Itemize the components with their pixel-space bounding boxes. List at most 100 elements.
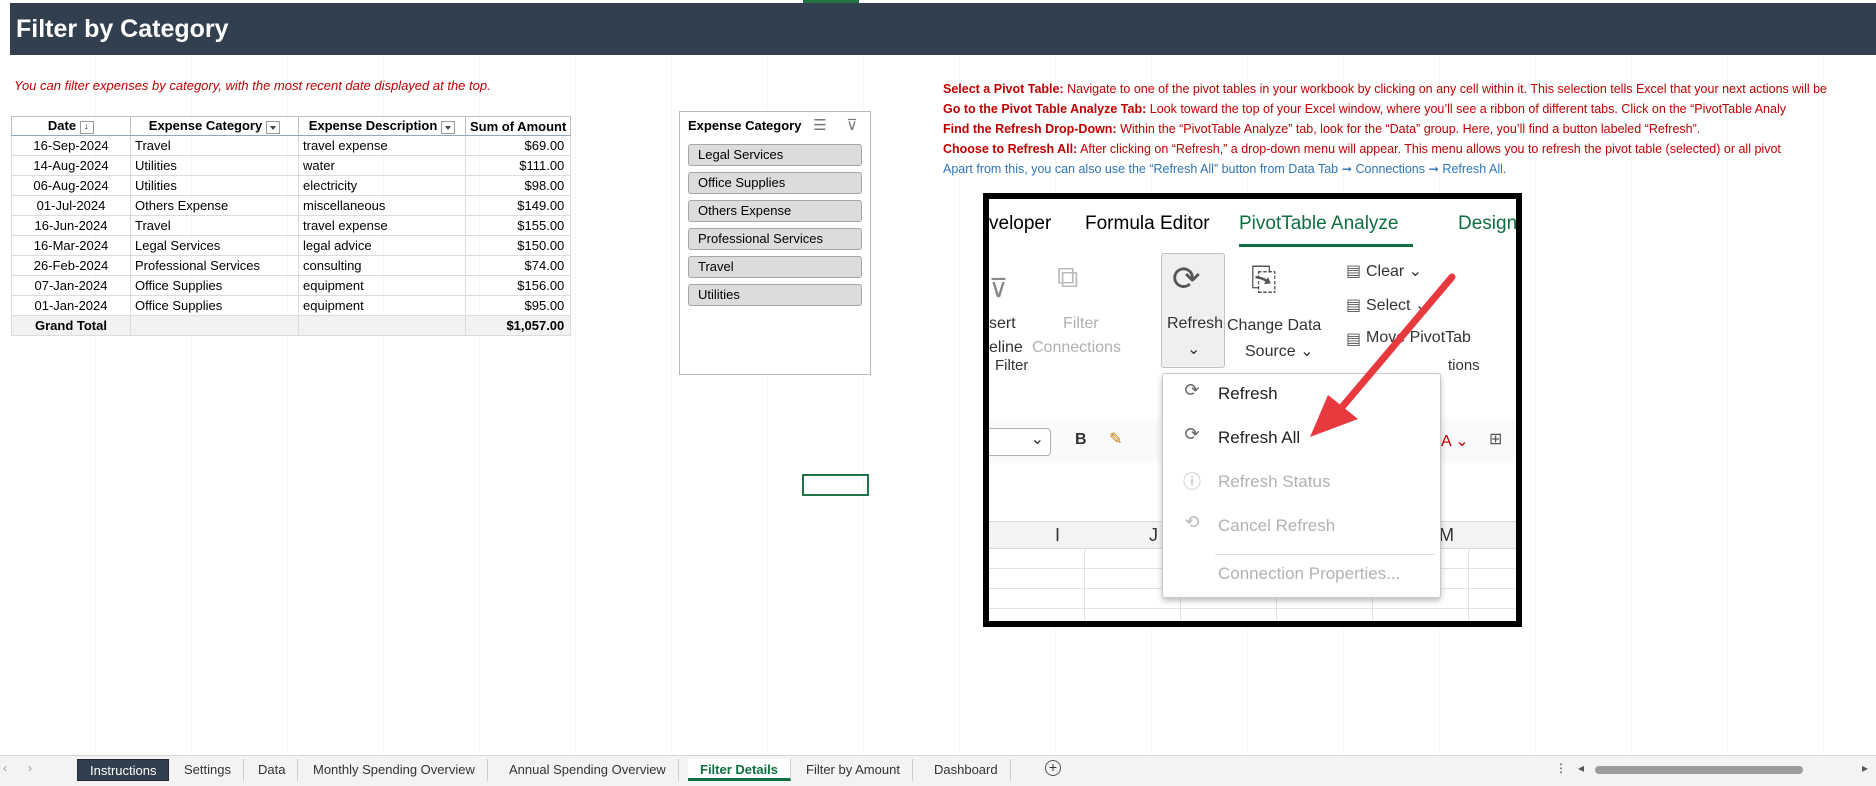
cell-category[interactable]: Others Expense bbox=[130, 195, 299, 216]
page-title: Filter by Category bbox=[16, 15, 229, 43]
cell-description[interactable]: electricity bbox=[298, 175, 466, 196]
cell-amount[interactable]: $149.00 bbox=[464, 195, 572, 216]
red-pointer-arrow-icon bbox=[1310, 273, 1456, 437]
add-sheet-icon[interactable]: + bbox=[1045, 760, 1061, 776]
cell-amount[interactable]: $98.00 bbox=[464, 175, 572, 196]
table-row[interactable]: 16-Sep-2024 Travel travel expense $69.00 bbox=[11, 135, 572, 156]
slicer-item[interactable]: Others Expense bbox=[688, 200, 862, 222]
table-row[interactable]: 26-Feb-2024 Professional Services consulti… bbox=[11, 255, 572, 276]
pivot-table[interactable]: Date Expense Category Expense Descriptio… bbox=[11, 116, 572, 336]
cell-date[interactable]: 06-Aug-2024 bbox=[11, 175, 131, 196]
menu-cancel-refresh: Cancel Refresh bbox=[1218, 516, 1336, 535]
header-expense-category[interactable]: Expense Category bbox=[130, 116, 299, 136]
empty-cell[interactable] bbox=[130, 315, 299, 336]
table-row[interactable]: 01-Jan-2024 Office Supplies equipment $95.0… bbox=[11, 295, 572, 316]
cell-description[interactable]: consulting bbox=[298, 255, 466, 276]
cell-date[interactable]: 07-Jan-2024 bbox=[11, 275, 131, 296]
cell-date[interactable]: 16-Jun-2024 bbox=[11, 215, 131, 236]
scroll-left-icon[interactable]: ‹ bbox=[3, 761, 7, 775]
cell-category[interactable]: Travel bbox=[130, 215, 299, 236]
cell-description[interactable]: travel expense bbox=[298, 215, 466, 236]
cell-description[interactable]: equipment bbox=[298, 295, 466, 316]
slicer-item[interactable]: Legal Services bbox=[688, 144, 862, 166]
instruction-step-title: Find the Refresh Drop-Down: bbox=[943, 122, 1117, 136]
sheet-tab[interactable]: Filter Details bbox=[688, 759, 792, 781]
more-options-icon[interactable]: ⋮ bbox=[1555, 761, 1567, 775]
header-expense-description[interactable]: Expense Description bbox=[298, 116, 466, 136]
table-row[interactable]: 16-Jun-2024 Travel travel expense $155.00 bbox=[11, 215, 572, 236]
cell-category[interactable]: Utilities bbox=[130, 175, 299, 196]
menu-separator bbox=[1215, 554, 1435, 555]
instruction-step-text: Look toward the top of your Excel window… bbox=[1146, 102, 1786, 116]
table-row[interactable]: 16-Mar-2024 Legal Services legal advice $15… bbox=[11, 235, 572, 256]
sheet-tab[interactable]: Settings bbox=[172, 759, 244, 781]
cell-category[interactable]: Travel bbox=[130, 135, 299, 156]
category-slicer[interactable]: Expense Category ☰ ⊽ Legal Services Offic… bbox=[679, 111, 871, 375]
sheet-tab[interactable]: Instructions bbox=[77, 759, 170, 781]
cell-description[interactable]: water bbox=[298, 155, 466, 176]
font-name-box bbox=[989, 428, 1051, 456]
cell-date[interactable]: 16-Sep-2024 bbox=[11, 135, 131, 156]
filter-dropdown-icon[interactable] bbox=[266, 120, 281, 134]
grand-total-label[interactable]: Grand Total bbox=[11, 315, 131, 336]
menu-refresh: Refresh bbox=[1218, 384, 1278, 403]
cell-amount[interactable]: $150.00 bbox=[464, 235, 572, 256]
horizontal-scrollbar[interactable] bbox=[1595, 766, 1803, 774]
table-row[interactable]: 07-Jan-2024 Office Supplies equipment $156.… bbox=[11, 275, 572, 296]
cell-description[interactable]: equipment bbox=[298, 275, 466, 296]
cell-description[interactable]: travel expense bbox=[298, 135, 466, 156]
cell-amount[interactable]: $111.00 bbox=[464, 155, 572, 176]
hscroll-left-icon[interactable]: ◂ bbox=[1578, 761, 1584, 775]
filter-group-label: Filter bbox=[995, 357, 1029, 374]
filter-dropdown-icon[interactable] bbox=[441, 120, 456, 134]
table-row[interactable]: 14-Aug-2024 Utilities water $111.00 bbox=[11, 155, 572, 176]
sheet-tab[interactable]: Dashboard bbox=[922, 759, 1011, 781]
multi-select-icon[interactable]: ☰ bbox=[810, 117, 830, 135]
cell-date[interactable]: 26-Feb-2024 bbox=[11, 255, 131, 276]
sheet-tab[interactable]: Monthly Spending Overview bbox=[301, 759, 488, 781]
cell-date[interactable]: 01-Jul-2024 bbox=[11, 195, 131, 216]
slicer-item[interactable]: Travel bbox=[688, 256, 862, 278]
subtitle-note: You can filter expenses by category, wit… bbox=[14, 78, 491, 93]
clear-filter-icon[interactable]: ⊽ bbox=[842, 117, 862, 135]
menu-refresh-all: Refresh All bbox=[1218, 428, 1301, 447]
table-row[interactable]: 06-Aug-2024 Utilities electricity $98.00 bbox=[11, 175, 572, 196]
insert-timeline-icon: ⊽ bbox=[989, 273, 1009, 303]
cell-amount[interactable]: $95.00 bbox=[464, 295, 572, 316]
cell-category[interactable]: Legal Services bbox=[130, 235, 299, 256]
header-date[interactable]: Date bbox=[11, 116, 131, 136]
cell-category[interactable]: Professional Services bbox=[130, 255, 299, 276]
cell-description[interactable]: miscellaneous bbox=[298, 195, 466, 216]
cell-category[interactable]: Utilities bbox=[130, 155, 299, 176]
instruction-step-title: Select a Pivot Table: bbox=[943, 82, 1064, 96]
grand-total-value[interactable]: $1,057.00 bbox=[464, 315, 572, 336]
cell-category[interactable]: Office Supplies bbox=[130, 275, 299, 296]
header-sum-of-amount[interactable]: Sum of Amount bbox=[464, 116, 572, 136]
scroll-right-icon[interactable]: › bbox=[28, 761, 32, 775]
cell-amount[interactable]: $69.00 bbox=[464, 135, 572, 156]
table-row[interactable]: 01-Jul-2024 Others Expense miscellaneous $1… bbox=[11, 195, 572, 216]
instruction-note: Apart from this, you can also use the “R… bbox=[943, 162, 1507, 176]
slicer-item[interactable]: Office Supplies bbox=[688, 172, 862, 194]
cell-date[interactable]: 16-Mar-2024 bbox=[11, 235, 131, 256]
refresh-label: Refresh bbox=[1167, 315, 1224, 332]
sheet-tab[interactable]: Data bbox=[246, 759, 299, 781]
cell-date[interactable]: 01-Jan-2024 bbox=[11, 295, 131, 316]
instruction-step: Find the Refresh Drop-Down: Within the “… bbox=[943, 119, 1827, 139]
cell-amount[interactable]: $74.00 bbox=[464, 255, 572, 276]
slicer-item[interactable]: Professional Services bbox=[688, 228, 862, 250]
cell-amount[interactable]: $155.00 bbox=[464, 215, 572, 236]
hscroll-right-icon[interactable]: ▸ bbox=[1862, 761, 1868, 775]
grand-total-row[interactable]: Grand Total $1,057.00 bbox=[11, 315, 572, 336]
cell-amount[interactable]: $156.00 bbox=[464, 275, 572, 296]
sheet-tab[interactable]: Annual Spending Overview bbox=[497, 759, 679, 781]
sheet-tab[interactable]: Filter by Amount bbox=[794, 759, 913, 781]
empty-cell[interactable] bbox=[298, 315, 466, 336]
slicer-item[interactable]: Utilities bbox=[688, 284, 862, 306]
cell-description[interactable]: legal advice bbox=[298, 235, 466, 256]
cell-date[interactable]: 14-Aug-2024 bbox=[11, 155, 131, 176]
active-cell[interactable] bbox=[802, 474, 869, 496]
sheet-tab-bar: ‹ › Instructions Settings Data Monthly Spen… bbox=[0, 755, 1876, 786]
cell-category[interactable]: Office Supplies bbox=[130, 295, 299, 316]
sort-desc-icon[interactable] bbox=[80, 120, 95, 134]
